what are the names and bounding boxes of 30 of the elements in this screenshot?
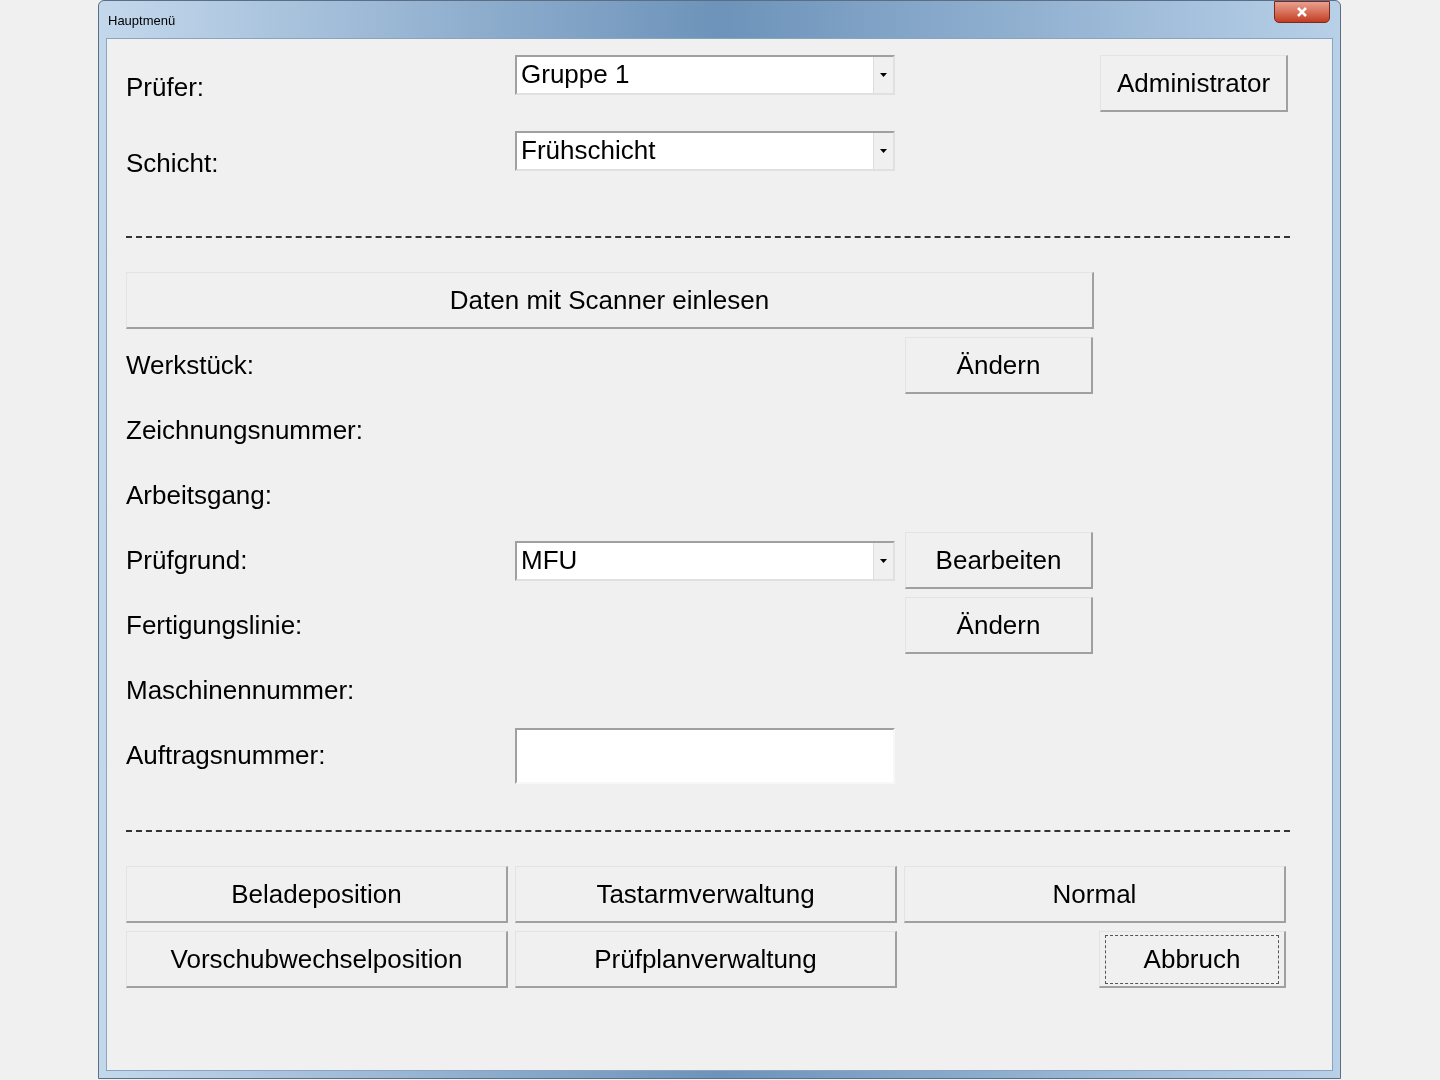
field-label: Auftragsnummer: bbox=[126, 739, 327, 772]
dropdown[interactable]: Gruppe 1 bbox=[515, 55, 895, 95]
button[interactable]: Normal bbox=[904, 866, 1286, 923]
field-label: Fertigungslinie: bbox=[126, 609, 304, 642]
dropdown-arrow-icon bbox=[880, 73, 887, 77]
field-label: Werkstück: bbox=[126, 349, 256, 382]
field-label: Prüfer: bbox=[126, 71, 206, 104]
button[interactable]: Abbruch bbox=[1099, 931, 1286, 988]
button[interactable]: Tastarmverwaltung bbox=[515, 866, 897, 923]
button[interactable]: Administrator bbox=[1100, 55, 1288, 112]
field-label: Prüfgrund: bbox=[126, 544, 249, 577]
dropdown[interactable]: Frühschicht bbox=[515, 131, 895, 171]
close-button[interactable] bbox=[1274, 1, 1330, 23]
field-label: Schicht: bbox=[126, 147, 220, 180]
button[interactable]: Ändern bbox=[905, 337, 1093, 394]
button[interactable]: Ändern bbox=[905, 597, 1093, 654]
dropdown[interactable]: MFU bbox=[515, 540, 895, 581]
close-icon bbox=[1296, 7, 1308, 17]
button[interactable]: Daten mit Scanner einlesen bbox=[126, 272, 1094, 329]
field-label: Maschinennummer: bbox=[126, 674, 356, 707]
text-input[interactable] bbox=[515, 727, 895, 784]
field-label: Arbeitsgang: bbox=[126, 479, 273, 512]
dropdown-arrow-icon bbox=[880, 558, 887, 563]
button[interactable]: Vorschubwechselposition bbox=[126, 931, 508, 988]
dropdown-arrow-icon bbox=[880, 149, 887, 153]
button[interactable]: Prüfplanverwaltung bbox=[515, 931, 897, 988]
window-title: Hauptmenü bbox=[108, 12, 176, 30]
button[interactable]: Bearbeiten bbox=[905, 532, 1093, 589]
button[interactable]: Beladeposition bbox=[126, 866, 508, 923]
field-label: Zeichnungsnummer: bbox=[126, 414, 364, 447]
